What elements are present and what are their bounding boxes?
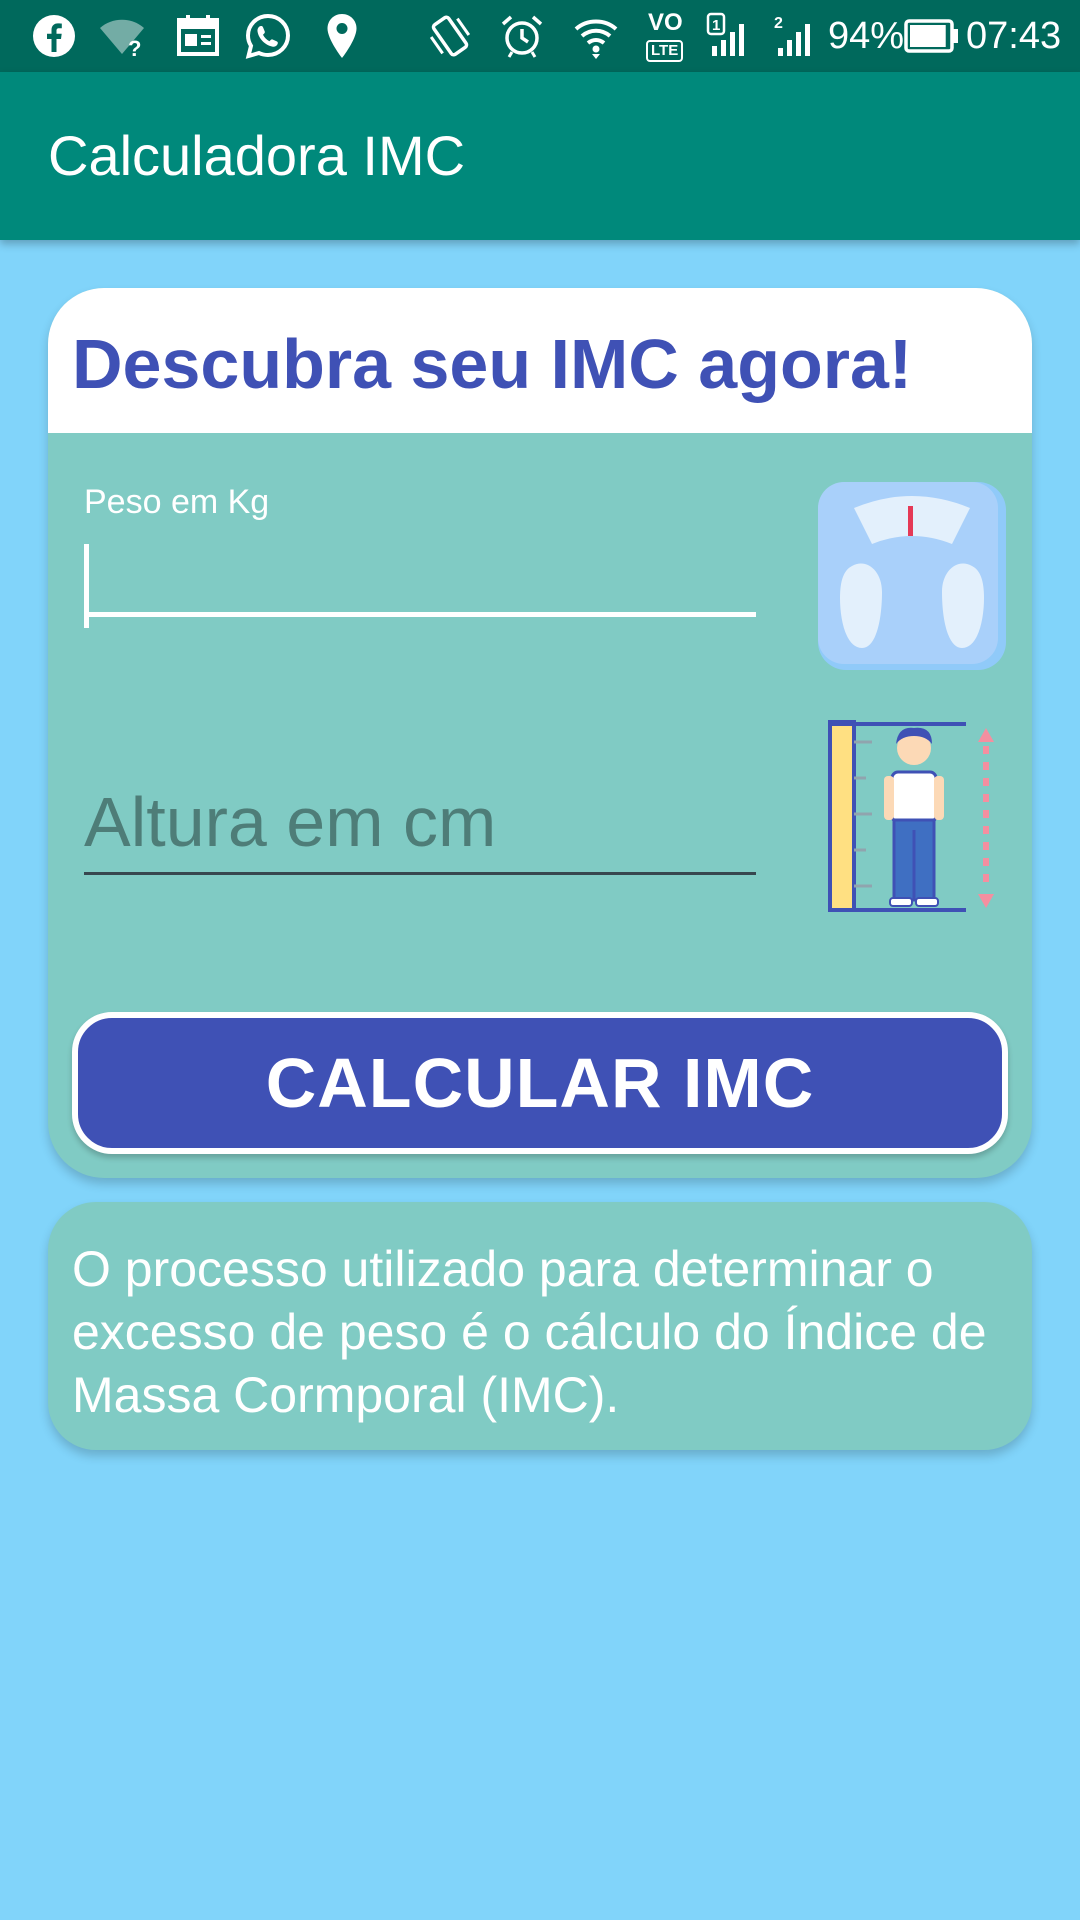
calendar-icon — [177, 15, 219, 56]
info-text: O processo utilizado para determinar o e… — [72, 1241, 987, 1423]
wifi-unknown-icon: ? — [100, 19, 144, 60]
calculate-bmi-button[interactable]: CALCULAR IMC — [72, 1012, 1008, 1154]
sim2-signal-icon: 2 — [774, 15, 810, 56]
app-bar: Calculadora IMC — [0, 72, 1080, 240]
svg-text:?: ? — [128, 36, 141, 60]
weight-field-label: Peso em Kg — [84, 483, 270, 521]
text-caret — [84, 544, 89, 628]
sim1-label: 1 — [712, 17, 720, 34]
card-header: Descubra seu IMC agora! — [48, 288, 1032, 433]
app-title: Calculadora IMC — [48, 124, 466, 187]
weight-input[interactable] — [84, 532, 756, 617]
bmi-form-card: Descubra seu IMC agora! Peso em Kg Altur… — [48, 288, 1032, 1178]
battery-percent: 94% — [828, 15, 905, 57]
clock-time: 07:43 — [966, 15, 1062, 57]
status-bar: ? VO LTE 1 2 94% 07:43 — [0, 0, 1080, 72]
location-pin-icon — [327, 14, 357, 58]
info-card: O processo utilizado para determinar o e… — [48, 1202, 1032, 1450]
card-heading: Descubra seu IMC agora! — [72, 325, 913, 403]
facebook-icon — [33, 15, 75, 57]
height-input[interactable] — [84, 772, 756, 875]
bathroom-scale-icon — [818, 482, 1006, 670]
vibrate-icon — [429, 15, 471, 57]
whatsapp-icon — [245, 13, 291, 59]
sim2-label: 2 — [774, 15, 783, 32]
volte-icon: VO LTE — [644, 10, 692, 62]
height-measure-icon — [828, 720, 994, 912]
alarm-icon — [501, 15, 543, 58]
battery-icon — [904, 19, 958, 53]
wifi-icon — [574, 19, 618, 59]
sim1-signal-icon: 1 — [706, 12, 744, 56]
